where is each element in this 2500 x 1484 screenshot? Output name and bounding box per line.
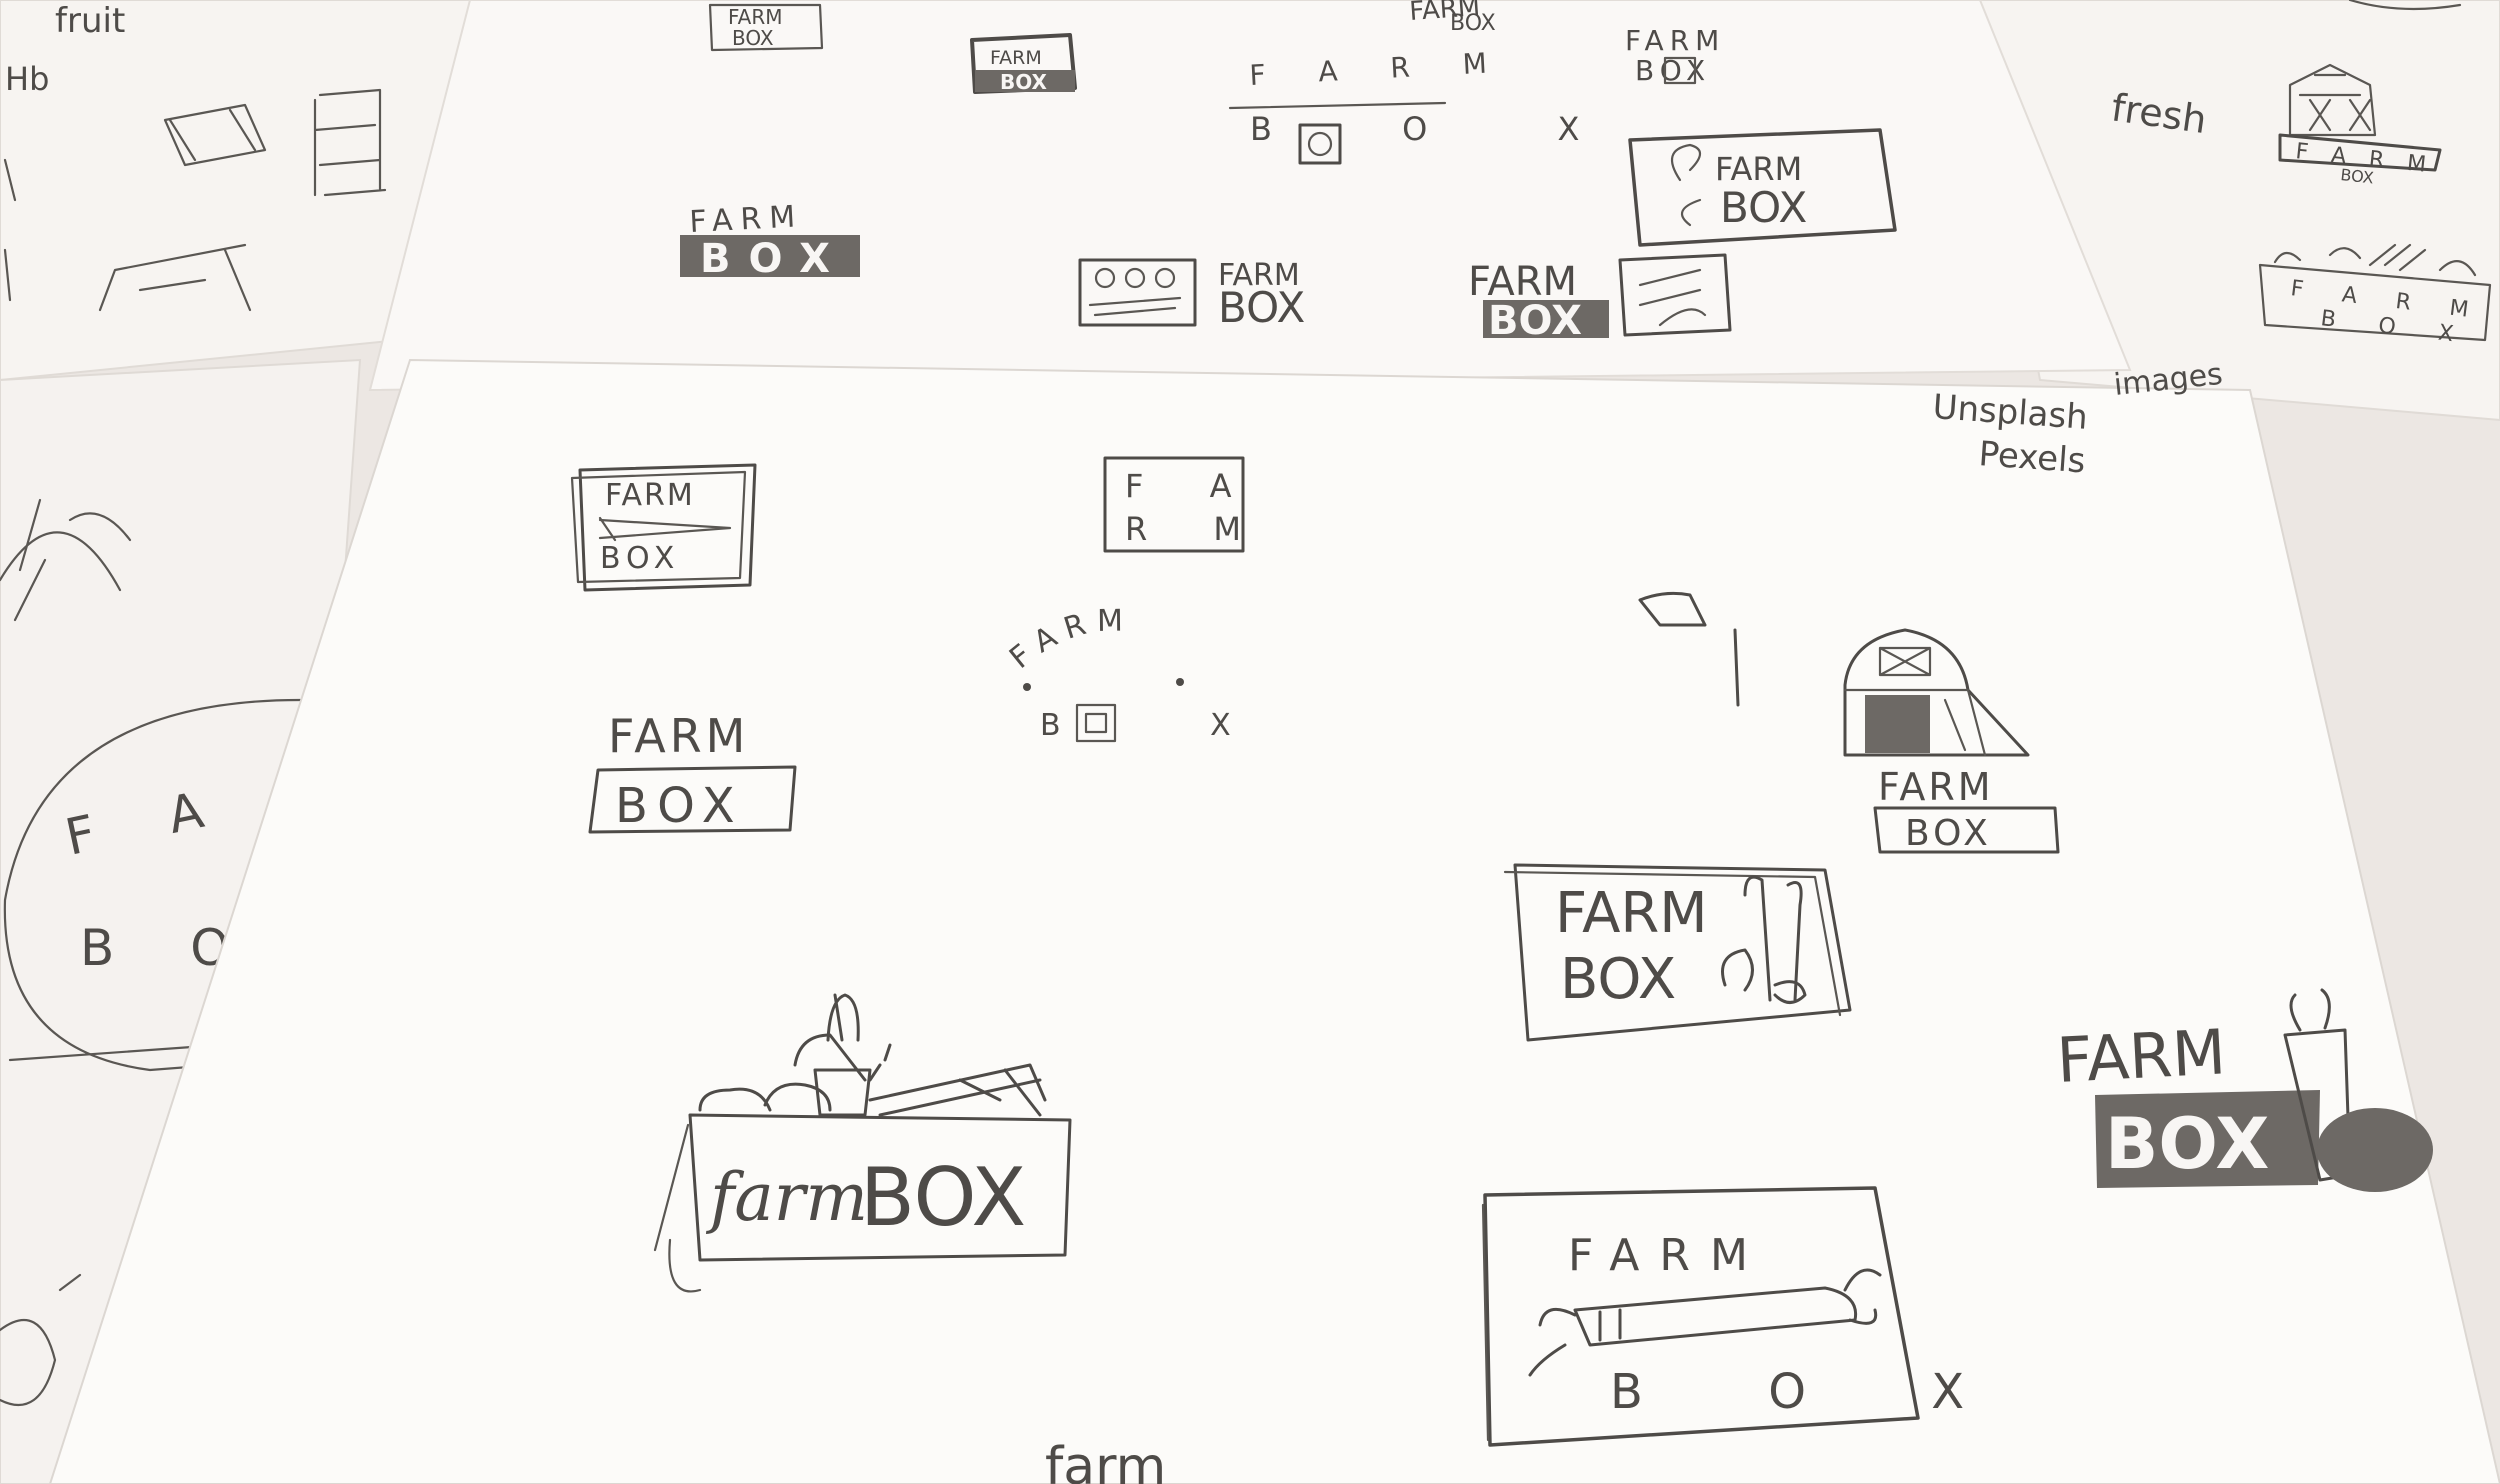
- sketch-sheets-photo: fruit Hb fresh F A R M BOX F A R M B O X…: [0, 0, 2500, 1484]
- svg-text:FARM: FARM: [1555, 881, 1708, 946]
- svg-text:BOX: BOX: [1000, 70, 1048, 94]
- logo-text-bottom: BOX: [2340, 165, 2375, 187]
- svg-text:FARM: FARM: [608, 709, 749, 763]
- svg-text:FARM: FARM: [990, 47, 1042, 69]
- svg-text:FARM: FARM: [2055, 1015, 2228, 1097]
- svg-text:R M: R M: [1125, 510, 1269, 548]
- note-farm-bottom: farm: [1045, 1437, 1166, 1484]
- sheet-main: images Unsplash Pexels farm FARM BOX F A…: [48, 357, 2500, 1484]
- svg-text:BOX: BOX: [1720, 183, 1807, 232]
- svg-text:B O X: B O X: [1610, 1364, 2019, 1420]
- svg-text:FARM: FARM: [1625, 24, 1725, 57]
- svg-text:BOX: BOX: [700, 236, 848, 282]
- svg-text:BOX: BOX: [1905, 813, 1992, 854]
- sheet-top-center: FARM BOX FARM BOX FARM BOX F A R M B O X…: [368, 0, 2132, 392]
- note-hb: Hb: [5, 60, 49, 98]
- svg-text:farm: farm: [705, 1159, 868, 1236]
- svg-text:BOX: BOX: [1450, 11, 1496, 36]
- svg-text:BOX: BOX: [1488, 298, 1582, 344]
- svg-text:BOX: BOX: [600, 541, 680, 576]
- svg-text:F A: F A: [1125, 467, 1259, 505]
- svg-text:FARM: FARM: [1568, 1230, 1768, 1281]
- svg-text:BOX: BOX: [1560, 947, 1676, 1012]
- svg-text:BOX: BOX: [860, 1151, 1026, 1244]
- svg-text:BOX: BOX: [615, 778, 745, 834]
- note-pexels: Pexels: [1977, 434, 2086, 481]
- svg-text:FARM: FARM: [1878, 765, 1994, 809]
- svg-text:FARM: FARM: [605, 478, 695, 513]
- logo-sketch-fa-rm-box: F A R M: [1103, 456, 1269, 553]
- svg-text:BOX: BOX: [1218, 283, 1305, 332]
- svg-text:FARM: FARM: [689, 199, 804, 240]
- svg-text:BOX: BOX: [732, 26, 774, 50]
- note-fruit: fruit: [55, 1, 125, 41]
- svg-text:B X: B X: [1040, 708, 1301, 743]
- svg-text:BOX: BOX: [2105, 1103, 2269, 1185]
- logo-sketch-farm-box-right: FARM BOX: [1625, 24, 1725, 87]
